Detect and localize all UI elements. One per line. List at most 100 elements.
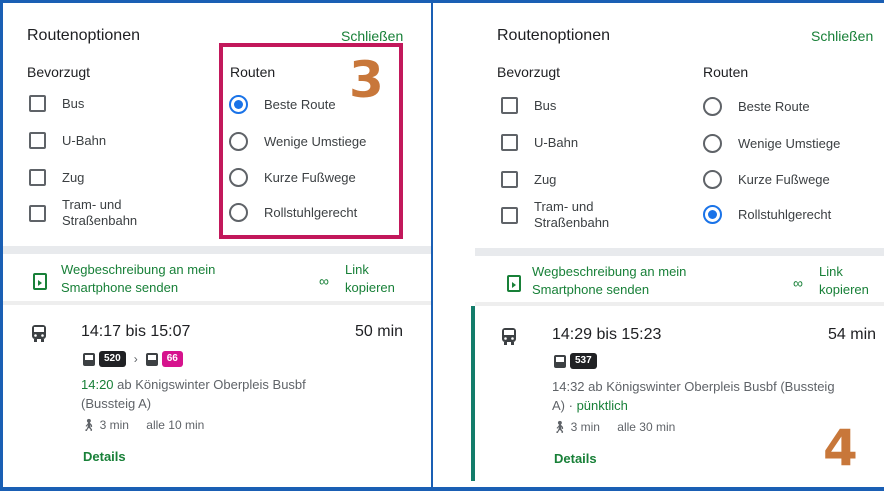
copy-link-button[interactable]: Link kopieren [819,263,869,299]
option-label: Bus [534,97,557,113]
close-button[interactable]: Schließen [341,28,403,44]
send-to-phone-line1: Wegbeschreibung an mein [532,264,687,279]
bus-icon [554,354,566,368]
option-label-line2: Straßenbahn [534,215,610,230]
walk-icon: 🚶︎ [552,420,568,434]
trip-lines: 537 [554,353,597,369]
details-link[interactable]: Details [83,449,126,464]
copy-link-line2: kopieren [345,280,395,295]
trip-duration: 54 min [828,326,877,343]
copy-link-line1: Link [819,264,843,279]
link-icon: ∞ [793,275,803,291]
line-badge: 66 [161,351,183,367]
departure-info: 14:20 ab Königswinter Oberpleis Busbf (B… [81,375,306,413]
send-to-phone-line2: Smartphone senden [532,282,650,297]
route-fewer-transfers-option[interactable]: Wenige Umstiege [703,134,840,153]
send-to-phone-line2: Smartphone senden [61,280,179,295]
routes-highlight-box [219,43,403,239]
option-label: U-Bahn [62,132,107,148]
option-label-line1: Tram- und [534,199,594,214]
preferred-tram-option[interactable]: Tram- und Straßenbahn [29,197,137,229]
ubahn-checkbox[interactable] [501,134,518,151]
line-badge: 537 [570,353,597,369]
frequency: alle 10 min [146,418,205,432]
line-badge: 520 [99,351,126,367]
option-label: Wenige Umstiege [738,135,841,151]
details-link[interactable]: Details [554,451,597,466]
route-wheelchair-option[interactable]: Rollstuhlgerecht [703,205,831,224]
route-fewer-transfers-radio[interactable] [703,134,722,153]
option-label: Tram- und Straßenbahn [62,197,137,229]
frame-bottom [0,487,884,491]
option-label: Rollstuhlgerecht [738,206,832,222]
walk-time: 3 min [570,420,600,434]
copy-link-button[interactable]: Link kopieren [345,261,395,297]
panel-gap [433,3,475,487]
send-to-phone-icon [33,273,47,290]
bus-icon [83,352,95,366]
section-separator [475,248,884,256]
option-label: Kurze Fußwege [738,171,830,187]
route-short-walk-option[interactable]: Kurze Fußwege [703,170,830,189]
departure-time: 14:20 [81,377,114,392]
preferred-heading: Bevorzugt [497,64,561,80]
zug-checkbox[interactable] [501,171,518,188]
preferred-zug-option[interactable]: Zug [29,169,84,186]
preferred-ubahn-option[interactable]: U-Bahn [501,134,578,151]
send-to-phone-line1: Wegbeschreibung an mein [61,262,216,277]
option-label: Zug [62,169,85,185]
panel-title: Routenoptionen [27,27,140,44]
bus-checkbox[interactable] [29,95,46,112]
option-label: Bus [62,95,85,111]
option-label-line2: Straßenbahn [62,213,138,228]
option-label: Beste Route [738,98,810,114]
bus-icon [145,352,158,366]
trip-duration: 50 min [355,323,404,340]
departure-stop: ab Königswinter Oberpleis Busbf [113,377,306,392]
section-separator [3,246,431,254]
departure-stop-line2: (Bussteig A) [81,396,152,411]
section-separator [475,302,884,306]
send-to-phone-link[interactable]: Wegbeschreibung an mein Smartphone sende… [532,263,686,299]
copy-link-line2: kopieren [819,282,869,297]
route-best-option[interactable]: Beste Route [703,97,810,116]
annotation-number: 4 [823,419,858,477]
zug-checkbox[interactable] [29,169,46,186]
preferred-tram-option[interactable]: Tram- und Straßenbahn [501,199,609,231]
departure-info: 14:32 ab Königswinter Oberpleis Busbf (B… [552,377,835,415]
punctual-status: pünktlich [576,398,628,413]
preferred-ubahn-option[interactable]: U-Bahn [29,132,106,149]
route-best-radio[interactable] [703,97,722,116]
walk-time: 3 min [99,418,129,432]
link-icon: ∞ [319,273,329,289]
close-button[interactable]: Schließen [811,28,873,44]
departure-stop: 14:32 ab Königswinter Oberpleis Busbf (B… [552,379,835,394]
preferred-zug-option[interactable]: Zug [501,171,556,188]
route-wheelchair-radio[interactable] [703,205,722,224]
preferred-heading: Bevorzugt [27,64,91,80]
tram-checkbox[interactable] [29,204,46,222]
trip-time: 14:29 bis 15:23 [552,326,662,343]
preferred-bus-option[interactable]: Bus [29,95,84,112]
preferred-bus-option[interactable]: Bus [501,97,556,114]
option-label: U-Bahn [534,134,579,150]
walk-icon: 🚶︎ [81,418,97,432]
section-separator [3,301,431,305]
option-label: Tram- und Straßenbahn [534,199,609,231]
walk-frequency: 🚶︎ 3 min alle 10 min [81,418,204,432]
bus-icon [32,325,46,342]
walk-frequency: 🚶︎ 3 min alle 30 min [552,420,675,434]
chevron-right-icon: › [133,352,138,366]
trip-time: 14:17 bis 15:07 [81,323,191,340]
ubahn-checkbox[interactable] [29,132,46,149]
copy-link-line1: Link [345,262,369,277]
option-label-line1: Tram- und [62,197,122,212]
send-to-phone-link[interactable]: Wegbeschreibung an mein Smartphone sende… [61,261,215,297]
route-short-walk-radio[interactable] [703,170,722,189]
frequency: alle 30 min [617,420,676,434]
routes-heading: Routen [703,64,749,80]
route-options-panel-right: Routenoptionen Schließen Bevorzugt Route… [475,3,884,487]
tram-checkbox[interactable] [501,206,518,224]
bus-checkbox[interactable] [501,97,518,114]
option-label: Zug [534,171,557,187]
